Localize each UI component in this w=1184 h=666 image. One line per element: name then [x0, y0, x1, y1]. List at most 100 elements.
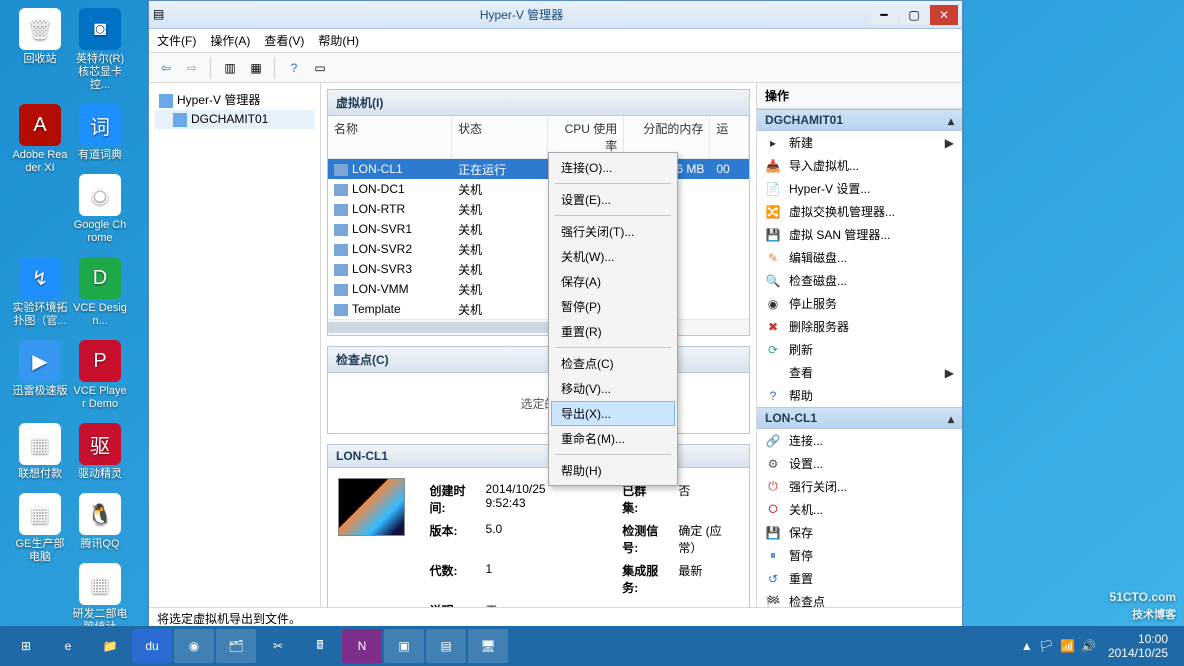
action-item[interactable]: 🔀虚拟交换机管理器...: [757, 200, 962, 223]
tray-vol-icon[interactable]: 🔊: [1081, 639, 1096, 653]
desktop-icon[interactable]: 词有道词典: [72, 104, 128, 162]
taskbar-explorer2-icon[interactable]: 🗂: [216, 629, 256, 663]
context-menu-item[interactable]: 重置(R): [551, 319, 675, 344]
action-item[interactable]: ⟳刷新: [757, 338, 962, 361]
help-button[interactable]: ?: [283, 57, 305, 79]
desktop-icon[interactable]: ▦GE生产部电脑: [12, 493, 68, 564]
desktop-icon[interactable]: ▶迅雷极速版: [12, 340, 68, 398]
action-item[interactable]: ⏻强行关闭...: [757, 475, 962, 498]
server-icon: [159, 94, 173, 108]
vm-row[interactable]: LON-CL1正在运行0%1166 MB00: [328, 159, 749, 179]
taskbar-explorer-icon[interactable]: 📁: [90, 629, 130, 663]
menu-item[interactable]: 查看(V): [264, 32, 304, 49]
taskbar-snip-icon[interactable]: ✂: [258, 629, 298, 663]
action-item[interactable]: ⚙设置...: [757, 452, 962, 475]
desktop-icon[interactable]: PVCE Player Demo: [72, 340, 128, 411]
desktop-icon[interactable]: 驱驱动精灵: [72, 423, 128, 481]
desktop-icon[interactable]: 🐧腾讯QQ: [72, 493, 128, 551]
context-menu-item[interactable]: 重命名(M)...: [551, 426, 675, 451]
context-menu-item[interactable]: 导出(X)...: [551, 401, 675, 426]
column-header[interactable]: 状态: [452, 116, 548, 158]
vm-row[interactable]: LON-SVR1关机: [328, 219, 749, 239]
context-menu-item[interactable]: 检查点(C): [551, 351, 675, 376]
context-menu-item[interactable]: 连接(O)...: [551, 155, 675, 180]
hscrollbar[interactable]: [328, 319, 749, 335]
nav-fwd-button[interactable]: ⇨: [181, 57, 203, 79]
start-button[interactable]: ⊞: [6, 629, 46, 663]
desktop-icon[interactable]: ◙英特尔(R) 核芯显卡控...: [72, 8, 128, 92]
context-menu-item[interactable]: 关机(W)...: [551, 244, 675, 269]
detail-table: 创建时间:2014/10/25 9:52:43 已群集:否 版本:5.0 检测信…: [419, 478, 739, 607]
menu-item[interactable]: 操作(A): [210, 32, 250, 49]
action-item[interactable]: 📄Hyper-V 设置...: [757, 177, 962, 200]
taskbar-baidu-icon[interactable]: du: [132, 629, 172, 663]
minimize-button[interactable]: ━: [870, 5, 898, 25]
tree-host[interactable]: DGCHAMIT01: [155, 110, 314, 129]
vm-row[interactable]: LON-RTR关机: [328, 199, 749, 219]
tray-net-icon[interactable]: 📶: [1060, 639, 1075, 653]
desktop-icon[interactable]: AAdobe Reader XI: [12, 104, 68, 175]
vm-icon: [334, 164, 348, 176]
action-item[interactable]: ✖删除服务器: [757, 315, 962, 338]
desktop-icon[interactable]: ▦联想付款: [12, 423, 68, 481]
vm-row[interactable]: LON-SVR3关机: [328, 259, 749, 279]
taskbar-hyperv2-icon[interactable]: ▤: [426, 629, 466, 663]
action-item[interactable]: 🔍检查磁盘...: [757, 269, 962, 292]
nav-back-button[interactable]: ⇦: [155, 57, 177, 79]
🏁-icon: 🏁: [765, 594, 781, 608]
action-item[interactable]: ?帮助: [757, 384, 962, 407]
action-item[interactable]: 查看▶: [757, 361, 962, 384]
maximize-button[interactable]: ▢: [900, 5, 928, 25]
action-item[interactable]: 🏁检查点: [757, 590, 962, 607]
action-item[interactable]: 🔗连接...: [757, 429, 962, 452]
show-hide-tree-button[interactable]: ▥: [219, 57, 241, 79]
tree-root[interactable]: Hyper-V 管理器: [155, 89, 314, 110]
desktop-icon[interactable]: ▦研发二部电脑统计: [72, 563, 128, 634]
action-item[interactable]: ⭘关机...: [757, 498, 962, 521]
context-menu-item[interactable]: 保存(A): [551, 269, 675, 294]
context-menu-item[interactable]: 帮助(H): [551, 458, 675, 483]
action-item[interactable]: ▸新建▶: [757, 131, 962, 154]
column-header[interactable]: 名称: [328, 116, 452, 158]
properties-button[interactable]: ▦: [245, 57, 267, 79]
tray-up-icon[interactable]: ▲: [1021, 639, 1033, 653]
action-item[interactable]: 💾虚拟 SAN 管理器...: [757, 223, 962, 246]
context-menu-item[interactable]: 移动(V)...: [551, 376, 675, 401]
action-item[interactable]: 📥导入虚拟机...: [757, 154, 962, 177]
context-menu-item[interactable]: 暂停(P): [551, 294, 675, 319]
vm-thumbnail[interactable]: [338, 478, 405, 536]
vm-row[interactable]: LON-SVR2关机: [328, 239, 749, 259]
context-menu-item[interactable]: 设置(E)...: [551, 187, 675, 212]
desktop-icon[interactable]: ◉Google Chrome: [72, 174, 128, 245]
taskbar-clock[interactable]: 10:002014/10/25: [1108, 632, 1168, 660]
system-tray[interactable]: ▲ 🏳 📶 🔊 10:002014/10/25: [1021, 632, 1178, 660]
actions-section-header[interactable]: DGCHAMIT01▴: [757, 109, 962, 131]
action-item[interactable]: ✎编辑磁盘...: [757, 246, 962, 269]
taskbar-cmd-icon[interactable]: ▣: [384, 629, 424, 663]
taskbar-calc-icon[interactable]: 🖩: [300, 629, 340, 663]
📄-icon: 📄: [765, 181, 781, 197]
actions-section-header[interactable]: LON-CL1▴: [757, 407, 962, 429]
pane-button[interactable]: ▭: [309, 57, 331, 79]
taskbar-onenote-icon[interactable]: N: [342, 629, 382, 663]
desktop-icon[interactable]: DVCE Design...: [72, 257, 128, 328]
action-item[interactable]: ↺重置: [757, 567, 962, 590]
menu-item[interactable]: 帮助(H): [318, 32, 359, 49]
▸-icon: ▸: [765, 135, 781, 151]
taskbar-ie-icon[interactable]: e: [48, 629, 88, 663]
tray-flag-icon[interactable]: 🏳: [1039, 639, 1054, 653]
action-item[interactable]: ⏸暂停: [757, 544, 962, 567]
action-item[interactable]: ◉停止服务: [757, 292, 962, 315]
action-item[interactable]: 💾保存: [757, 521, 962, 544]
desktop-icon[interactable]: ↯实验环境拓扑图（官...: [12, 257, 68, 328]
vm-row[interactable]: LON-DC1关机: [328, 179, 749, 199]
desktop-icon[interactable]: 🗑回收站: [12, 8, 68, 66]
vm-row[interactable]: LON-VMM关机: [328, 279, 749, 299]
column-header[interactable]: 运: [710, 116, 749, 158]
context-menu-item[interactable]: 强行关闭(T)...: [551, 219, 675, 244]
taskbar-rdp-icon[interactable]: 🖥: [468, 629, 508, 663]
close-button[interactable]: ✕: [930, 5, 958, 25]
vm-row[interactable]: Template关机: [328, 299, 749, 319]
menu-item[interactable]: 文件(F): [157, 32, 196, 49]
taskbar-chrome-icon[interactable]: ◉: [174, 629, 214, 663]
